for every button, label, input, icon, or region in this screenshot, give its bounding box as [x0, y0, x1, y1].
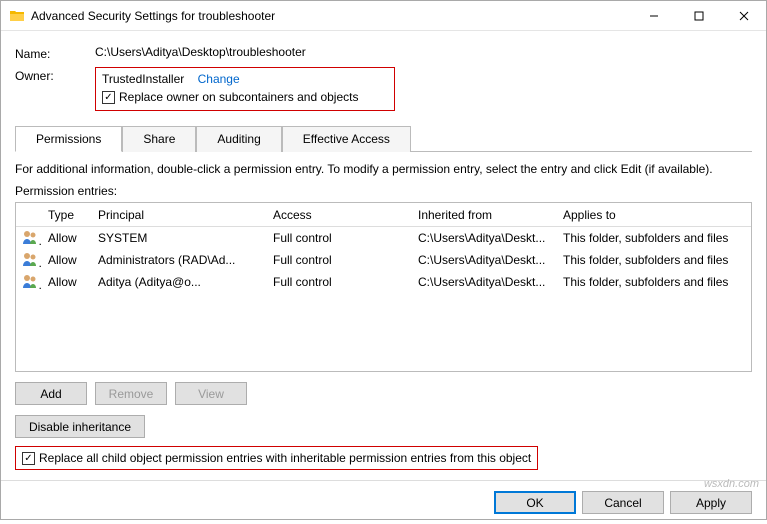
header-icon-col: [16, 211, 42, 219]
user-icon: [22, 273, 38, 289]
view-button[interactable]: View: [175, 382, 247, 405]
tab-effective-access[interactable]: Effective Access: [282, 126, 411, 152]
tabs: Permissions Share Auditing Effective Acc…: [15, 125, 752, 152]
cell-applies: This folder, subfolders and files: [557, 227, 751, 249]
minimize-button[interactable]: [631, 1, 676, 30]
tab-permissions[interactable]: Permissions: [15, 126, 122, 152]
cell-access: Full control: [267, 227, 412, 249]
table-header: Type Principal Access Inherited from App…: [16, 203, 751, 227]
cell-type: Allow: [42, 227, 92, 249]
user-icon: [22, 229, 38, 245]
permission-entries-label: Permission entries:: [15, 184, 752, 198]
replace-all-checkbox[interactable]: ✓: [22, 452, 35, 465]
name-row: Name: C:\Users\Aditya\Desktop\troublesho…: [15, 45, 752, 61]
titlebar: Advanced Security Settings for troublesh…: [1, 1, 766, 31]
cell-inherited: C:\Users\Aditya\Deskt...: [412, 249, 557, 271]
watermark: wsxdn.com: [704, 478, 759, 490]
cell-applies: This folder, subfolders and files: [557, 249, 751, 271]
cell-inherited: C:\Users\Aditya\Deskt...: [412, 271, 557, 293]
cell-type: Allow: [42, 271, 92, 293]
apply-button[interactable]: Apply: [670, 491, 752, 514]
user-icon: [22, 251, 38, 267]
disable-inheritance-button[interactable]: Disable inheritance: [15, 415, 145, 438]
folder-security-icon: [9, 8, 25, 24]
entry-buttons-row: Add Remove View: [15, 382, 752, 405]
owner-value: TrustedInstaller: [102, 72, 184, 86]
cell-principal: Administrators (RAD\Ad...: [92, 249, 267, 271]
close-button[interactable]: [721, 1, 766, 30]
table-row[interactable]: Allow Aditya (Aditya@o... Full control C…: [16, 271, 751, 293]
replace-all-checkbox-row[interactable]: ✓ Replace all child object permission en…: [22, 451, 531, 465]
header-principal[interactable]: Principal: [92, 204, 267, 226]
cell-applies: This folder, subfolders and files: [557, 271, 751, 293]
header-type[interactable]: Type: [42, 204, 92, 226]
header-access[interactable]: Access: [267, 204, 412, 226]
cell-access: Full control: [267, 249, 412, 271]
window-title: Advanced Security Settings for troublesh…: [31, 9, 631, 23]
name-label: Name:: [15, 45, 95, 61]
table-row[interactable]: Allow SYSTEM Full control C:\Users\Adity…: [16, 227, 751, 249]
owner-line: TrustedInstaller Change: [102, 72, 388, 86]
ok-button[interactable]: OK: [494, 491, 576, 514]
tab-share[interactable]: Share: [122, 126, 196, 152]
owner-box: TrustedInstaller Change ✓ Replace owner …: [95, 67, 395, 111]
cell-principal: Aditya (Aditya@o...: [92, 271, 267, 293]
cell-principal: SYSTEM: [92, 227, 267, 249]
change-owner-link[interactable]: Change: [198, 72, 240, 86]
name-value: C:\Users\Aditya\Desktop\troubleshooter: [95, 45, 752, 59]
cell-access: Full control: [267, 271, 412, 293]
tab-auditing[interactable]: Auditing: [196, 126, 281, 152]
replace-owner-checkbox-row[interactable]: ✓ Replace owner on subcontainers and obj…: [102, 90, 388, 104]
owner-row: Owner: TrustedInstaller Change ✓ Replace…: [15, 67, 752, 111]
cancel-button[interactable]: Cancel: [582, 491, 664, 514]
cell-inherited: C:\Users\Aditya\Deskt...: [412, 227, 557, 249]
maximize-button[interactable]: [676, 1, 721, 30]
replace-owner-label: Replace owner on subcontainers and objec…: [119, 90, 358, 104]
add-button[interactable]: Add: [15, 382, 87, 405]
window: Advanced Security Settings for troublesh…: [0, 0, 767, 520]
permission-table: Type Principal Access Inherited from App…: [15, 202, 752, 372]
replace-all-box: ✓ Replace all child object permission en…: [15, 446, 538, 470]
replace-all-label: Replace all child object permission entr…: [39, 451, 531, 465]
owner-label: Owner:: [15, 67, 95, 83]
dialog-footer: OK Cancel Apply: [1, 480, 766, 524]
header-inherited[interactable]: Inherited from: [412, 204, 557, 226]
content-area: Name: C:\Users\Aditya\Desktop\troublesho…: [1, 31, 766, 480]
replace-owner-checkbox[interactable]: ✓: [102, 91, 115, 104]
user-icon-cell: [16, 269, 42, 296]
info-text: For additional information, double-click…: [15, 162, 752, 176]
table-row[interactable]: Allow Administrators (RAD\Ad... Full con…: [16, 249, 751, 271]
header-applies[interactable]: Applies to: [557, 204, 751, 226]
cell-type: Allow: [42, 249, 92, 271]
remove-button[interactable]: Remove: [95, 382, 167, 405]
inheritance-row: Disable inheritance: [15, 415, 752, 438]
